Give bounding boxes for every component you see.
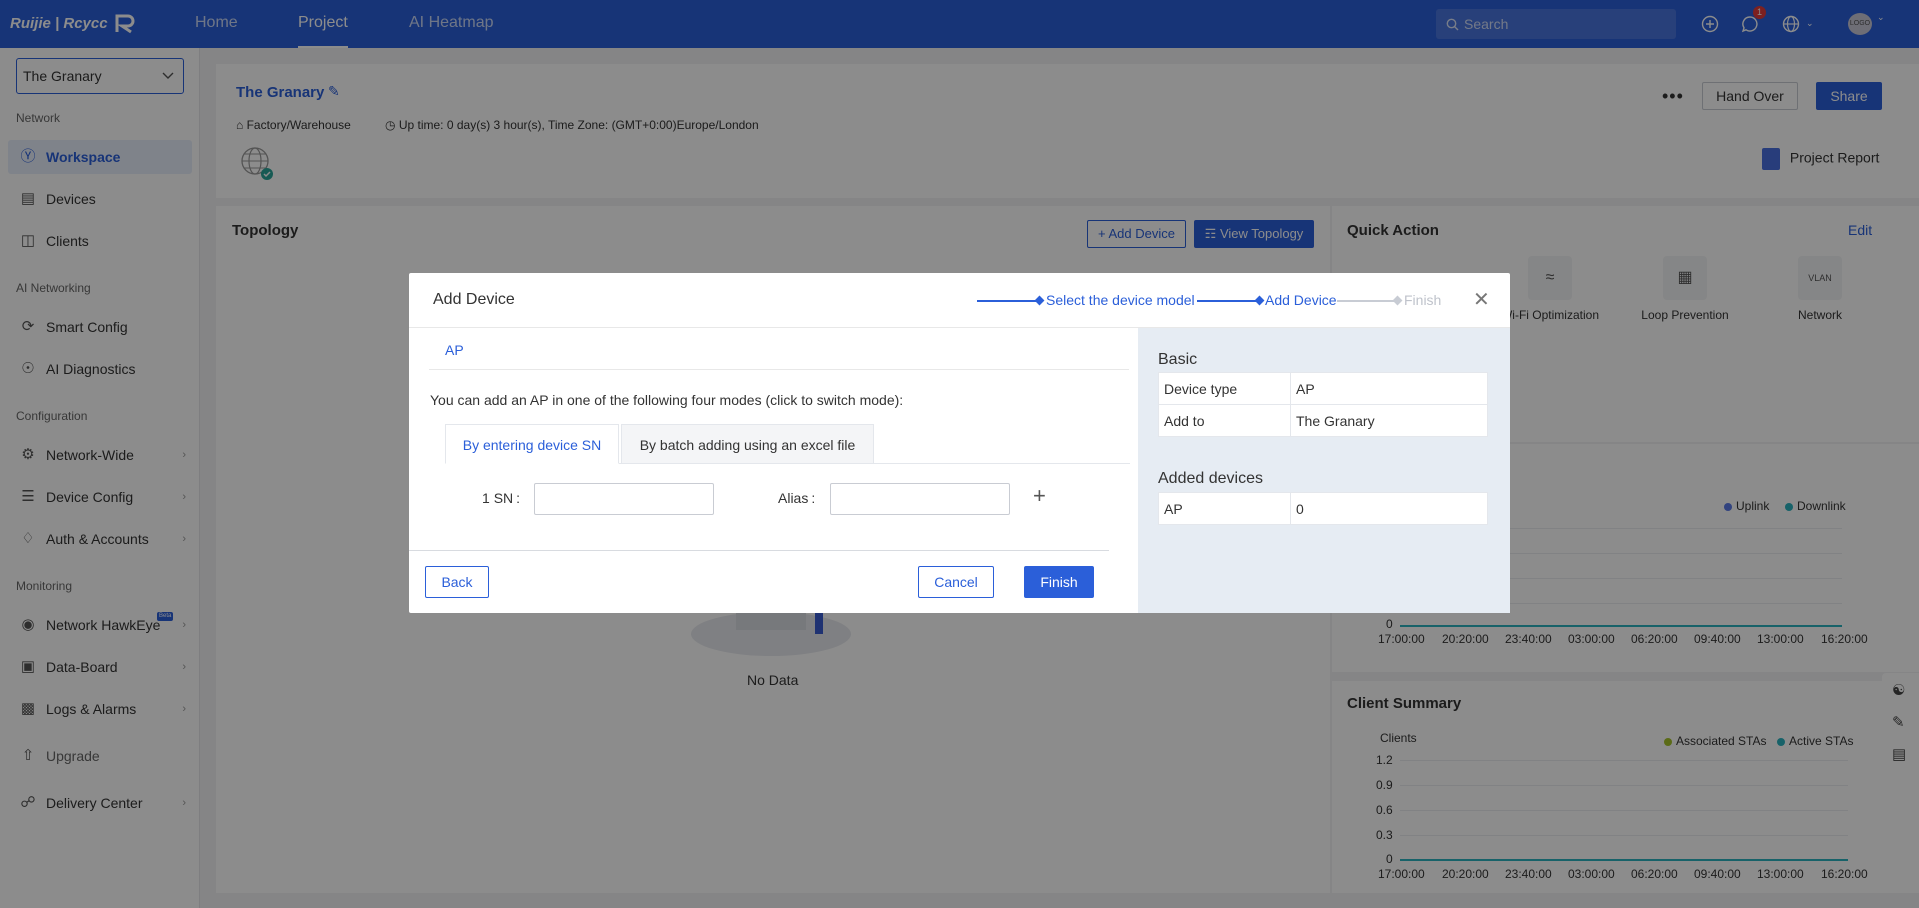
table-cell-value: AP	[1290, 372, 1488, 405]
basic-info-table: Device type AP Add to The Granary	[1158, 372, 1488, 437]
finish-button[interactable]: Finish	[1024, 566, 1094, 598]
sn-input[interactable]	[534, 483, 714, 515]
step-add-device: Add Device	[1265, 292, 1337, 308]
table-row: Device type AP	[1158, 372, 1488, 405]
table-cell-value: 0	[1290, 492, 1488, 525]
cancel-button[interactable]: Cancel	[918, 566, 994, 598]
sn-label-text: SN	[493, 490, 514, 506]
device-type-tab-ap[interactable]: AP	[445, 342, 464, 358]
step-connector	[977, 300, 1039, 302]
alias-label-text: Alias	[778, 490, 809, 506]
step-finish: Finish	[1404, 292, 1442, 308]
step-marker-3	[1392, 295, 1403, 306]
add-row-plus-icon[interactable]: +	[1033, 483, 1046, 509]
back-button[interactable]: Back	[425, 566, 489, 598]
step-select-model: Select the device model	[1046, 292, 1195, 308]
basic-section-title: Basic	[1158, 351, 1198, 368]
dialog-form-panel: AP You can add an AP in one of the follo…	[409, 328, 1138, 613]
table-cell-value: The Granary	[1290, 404, 1488, 437]
dialog-summary-panel: Basic Device type AP Add to The Granary Ad…	[1138, 328, 1510, 613]
dialog-title: Add Device	[433, 291, 515, 308]
tab-batch-excel[interactable]: By batch adding using an excel file	[621, 424, 874, 464]
step-marker-1	[1034, 295, 1045, 306]
step-connector	[1197, 300, 1259, 302]
sn-label-colon: :	[516, 490, 521, 506]
tab-entering-device-sn[interactable]: By entering device SN	[445, 424, 619, 464]
row-index: 1	[482, 490, 490, 506]
table-row: Add to The Granary	[1158, 404, 1488, 437]
alias-input[interactable]	[830, 483, 1010, 515]
table-cell-label: AP	[1158, 492, 1291, 525]
added-devices-title: Added devices	[1158, 470, 1263, 487]
alias-label-colon: :	[811, 490, 816, 506]
sn-label: 1 SN:	[482, 490, 520, 506]
added-devices-table: AP 0	[1158, 492, 1488, 525]
table-cell-label: Add to	[1158, 404, 1291, 437]
step-connector	[1337, 300, 1397, 302]
add-device-dialog: Add Device Select the device model Add D…	[409, 273, 1510, 613]
close-icon[interactable]: ✕	[1473, 287, 1490, 312]
table-cell-label: Device type	[1158, 372, 1291, 405]
alias-label: Alias:	[778, 490, 815, 506]
table-row: AP 0	[1158, 492, 1488, 525]
dialog-header: Add Device Select the device model Add D…	[409, 273, 1510, 328]
step-marker-2	[1254, 295, 1265, 306]
mode-instructions: You can add an AP in one of the followin…	[430, 392, 904, 408]
